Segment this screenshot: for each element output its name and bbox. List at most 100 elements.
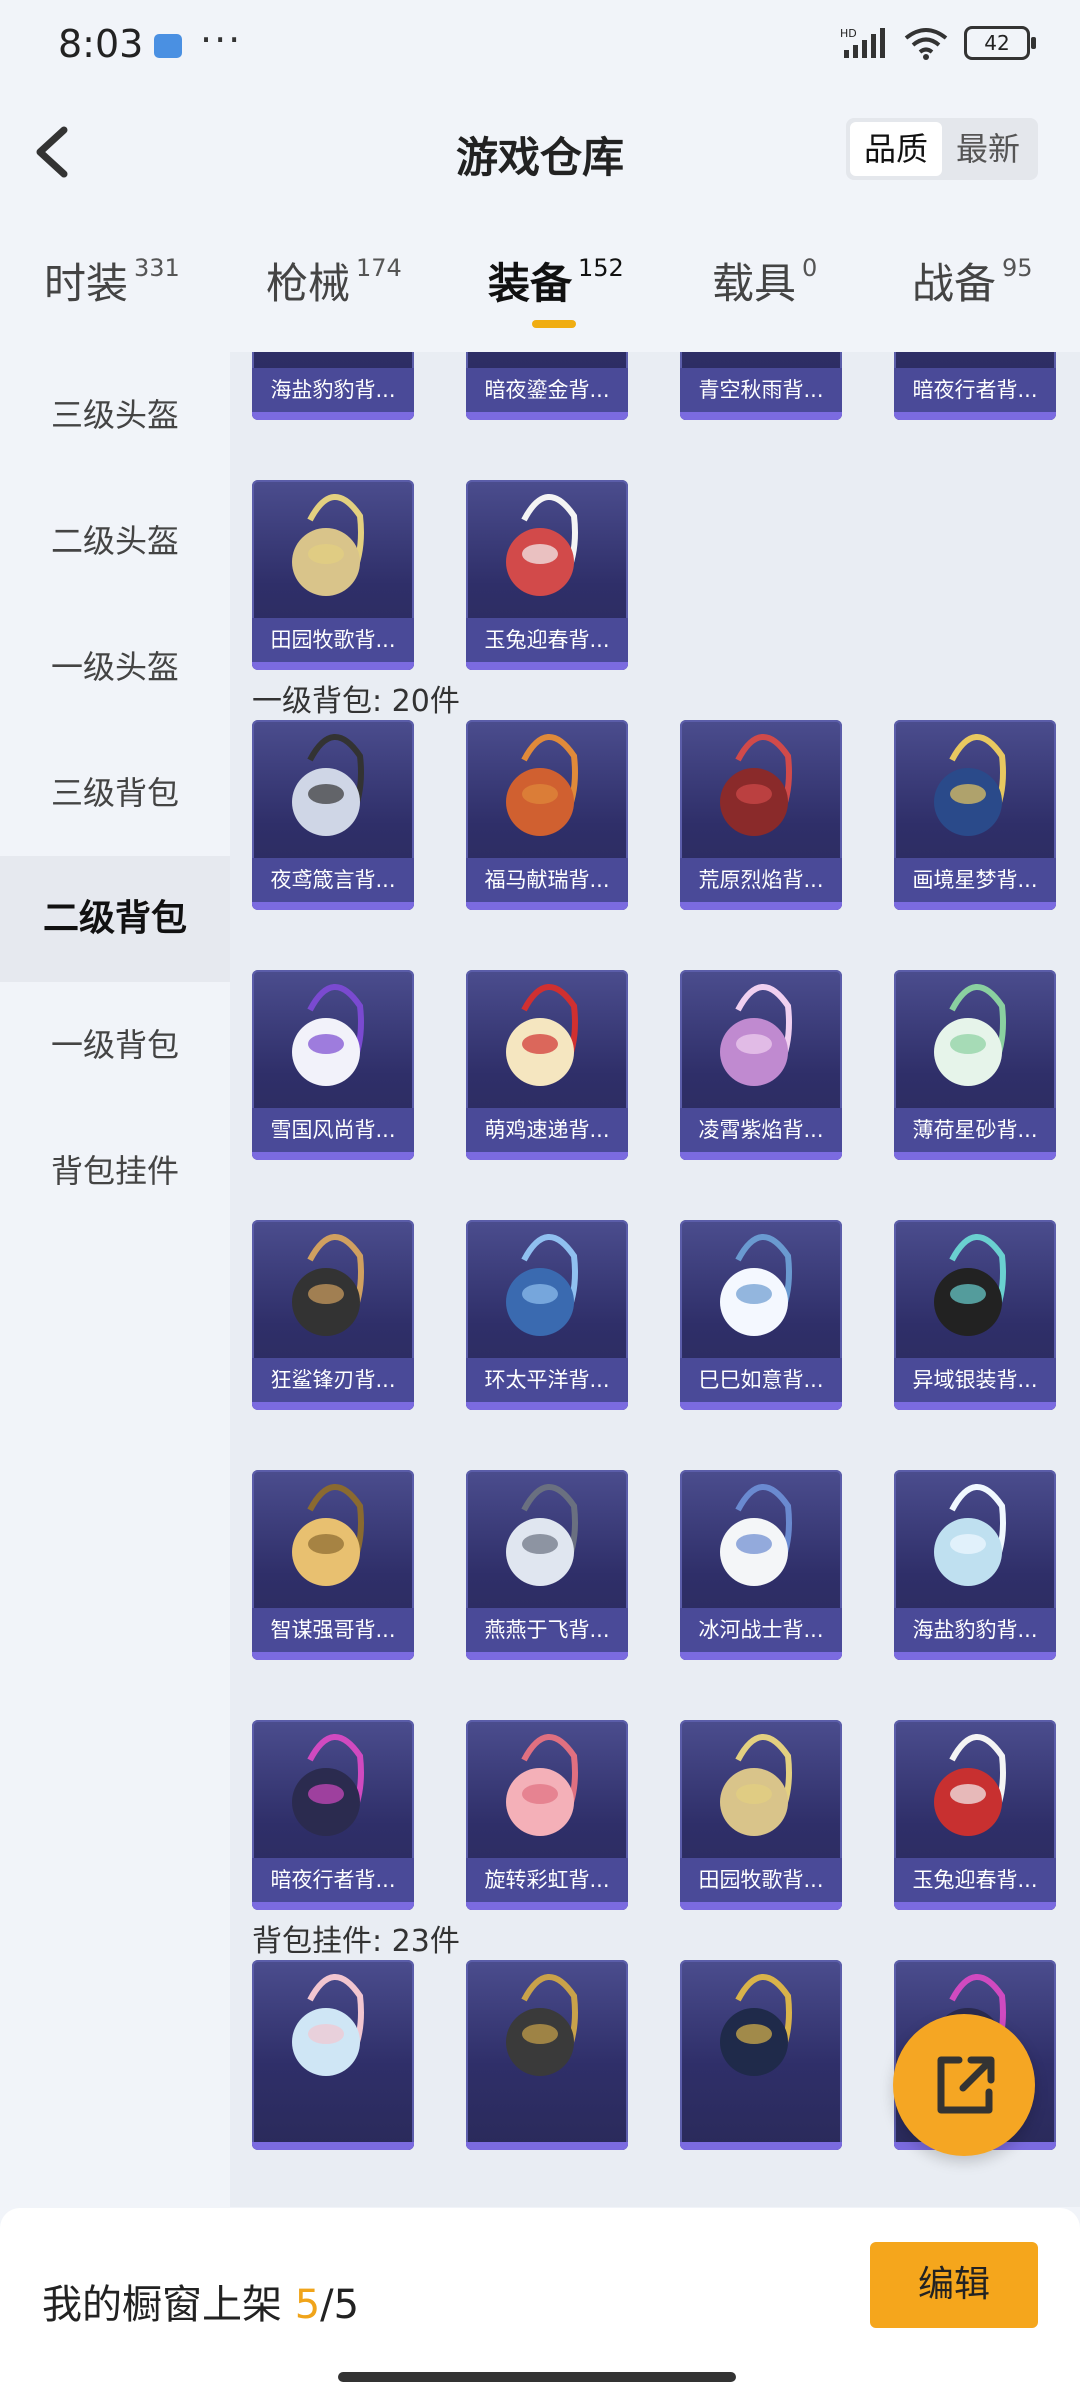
item-name: 玉兔迎春背... [466, 618, 628, 662]
quality-bar [466, 662, 628, 670]
tab-equipment[interactable]: 装备 152 [488, 250, 624, 311]
item-card[interactable]: 雪国风尚背... [252, 970, 414, 1160]
tab-vehicles[interactable]: 载具 0 [712, 250, 817, 311]
sort-by-latest[interactable]: 最新 [942, 122, 1034, 176]
item-name: 雪国风尚背... [252, 1108, 414, 1152]
tab-label: 枪械 [266, 259, 351, 308]
tab-label: 战备 [912, 259, 997, 308]
item-card[interactable] [252, 1960, 414, 2150]
backpack-icon [934, 1734, 1006, 1836]
item-card[interactable]: 冰河战士背... [680, 1470, 842, 1660]
item-name: 巳巳如意背... [680, 1358, 842, 1402]
quality-bar [680, 412, 842, 420]
item-card[interactable]: 田园牧歌背... [252, 480, 414, 670]
item-name: 暗夜鎏金背... [466, 368, 628, 412]
item-name: 田园牧歌背... [252, 618, 414, 662]
item-card[interactable]: 巳巳如意背... [680, 1220, 842, 1410]
sidebar-item-level1-helmet[interactable]: 一级头盔 [0, 604, 230, 730]
showcase-status: 我的橱窗上架 5/5 [42, 2272, 359, 2330]
item-name: 薄荷星砂背... [894, 1108, 1056, 1152]
quality-bar [252, 1152, 414, 1160]
backpack-icon [292, 734, 364, 836]
status-icons: HD 42 [840, 26, 1036, 60]
sidebar-item-level2-helmet[interactable]: 二级头盔 [0, 478, 230, 604]
item-name: 荒原烈焰背... [680, 858, 842, 902]
item-card[interactable]: 暗夜鎏金背... [466, 352, 628, 420]
sidebar-item-level1-backpack[interactable]: 一级背包 [0, 982, 230, 1108]
sidebar-item-level3-backpack[interactable]: 三级背包 [0, 730, 230, 856]
item-card[interactable]: 狂鲨锋刃背... [252, 1220, 414, 1410]
quality-bar [894, 1402, 1056, 1410]
item-list[interactable]: 海盐豹豹背... 暗夜鎏金背... 青空秋雨背... 暗夜行者背... 田园牧歌背...… [230, 352, 1080, 2207]
tab-label: 装备 [488, 259, 573, 308]
more-notifications-icon: ··· [200, 18, 243, 62]
item-card[interactable]: 海盐豹豹背... [894, 1470, 1056, 1660]
edit-button[interactable]: 编辑 [870, 2242, 1038, 2328]
quality-bar [894, 902, 1056, 910]
share-button[interactable] [893, 2014, 1035, 2156]
signal-icon: HD [840, 27, 885, 58]
showcase-current: 5 [294, 2282, 321, 2328]
showcase-total: 5 [333, 2282, 360, 2328]
item-card[interactable]: 夜鸢箴言背... [252, 720, 414, 910]
item-card[interactable]: 凌霄紫焰背... [680, 970, 842, 1160]
backpack-icon [720, 1734, 792, 1836]
quality-bar [252, 1902, 414, 1910]
item-name: 环太平洋背... [466, 1358, 628, 1402]
sort-by-quality[interactable]: 品质 [849, 122, 942, 176]
item-card[interactable]: 旋转彩虹背... [466, 1720, 628, 1910]
tab-label: 时装 [44, 259, 129, 308]
quality-bar [894, 1902, 1056, 1910]
external-link-icon [937, 2056, 995, 2114]
item-card[interactable]: 燕燕于飞背... [466, 1470, 628, 1660]
bottom-bar: 我的橱窗上架 5/5 编辑 [0, 2208, 1080, 2400]
item-card[interactable]: 玉兔迎春背... [466, 480, 628, 670]
quality-bar [466, 1152, 628, 1160]
tab-guns[interactable]: 枪械 174 [266, 250, 402, 311]
item-card[interactable]: 异域银装背... [894, 1220, 1056, 1410]
item-card[interactable]: 玉兔迎春背... [894, 1720, 1056, 1910]
back-arrow-icon[interactable] [28, 122, 88, 182]
tab-count: 95 [1002, 254, 1033, 282]
item-card[interactable]: 薄荷星砂背... [894, 970, 1056, 1160]
backpack-icon [292, 1734, 364, 1836]
tab-count: 174 [356, 254, 402, 282]
item-card[interactable]: 青空秋雨背... [680, 352, 842, 420]
home-indicator[interactable] [338, 2372, 736, 2382]
item-card[interactable]: 荒原烈焰背... [680, 720, 842, 910]
tab-count: 0 [802, 254, 818, 282]
tab-fashion[interactable]: 时装 331 [44, 250, 180, 311]
item-card[interactable]: 环太平洋背... [466, 1220, 628, 1410]
category-tabs: 时装 331 枪械 174 装备 152 载具 0 战备 95 [0, 240, 1080, 340]
quality-bar [466, 1902, 628, 1910]
item-card[interactable]: 田园牧歌背... [680, 1720, 842, 1910]
notification-app-icon [154, 34, 182, 58]
item-card[interactable] [466, 1960, 628, 2150]
quality-bar [466, 1652, 628, 1660]
item-card[interactable]: 智谋强哥背... [252, 1470, 414, 1660]
backpack-icon [506, 1734, 578, 1836]
quality-bar [466, 412, 628, 420]
active-tab-indicator [532, 320, 576, 328]
sidebar-item-backpack-charm[interactable]: 背包挂件 [0, 1108, 230, 1234]
sidebar-item-level3-helmet[interactable]: 三级头盔 [0, 352, 230, 478]
item-card[interactable]: 暗夜行者背... [252, 1720, 414, 1910]
item-name: 海盐豹豹背... [252, 368, 414, 412]
backpack-icon [506, 1974, 578, 2076]
status-bar: 8:03 ··· HD 42 [0, 0, 1080, 96]
item-card[interactable]: 福马献瑞背... [466, 720, 628, 910]
backpack-icon [934, 734, 1006, 836]
sort-toggle: 品质 最新 [845, 118, 1038, 180]
item-card[interactable] [680, 1960, 842, 2150]
item-card[interactable]: 暗夜行者背... [894, 352, 1056, 420]
showcase-separator: / [320, 2282, 334, 2328]
item-card[interactable]: 萌鸡速递背... [466, 970, 628, 1160]
item-card[interactable]: 画境星梦背... [894, 720, 1056, 910]
quality-bar [252, 902, 414, 910]
quality-bar [466, 902, 628, 910]
tab-battle-gear[interactable]: 战备 95 [912, 250, 1033, 311]
item-card[interactable]: 海盐豹豹背... [252, 352, 414, 420]
backpack-icon [292, 494, 364, 596]
wifi-icon [904, 28, 948, 60]
sidebar-item-level2-backpack[interactable]: 二级背包 [0, 856, 230, 982]
